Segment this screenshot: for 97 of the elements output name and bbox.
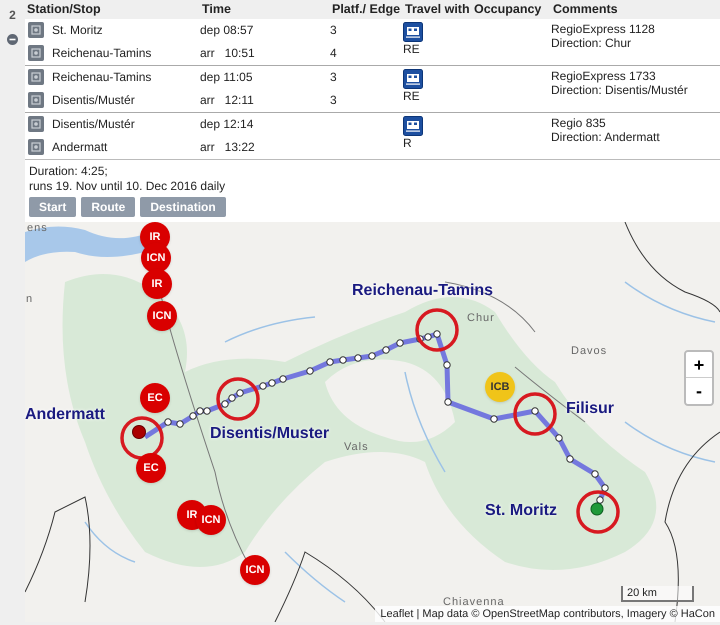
route-stop-marker[interactable] bbox=[444, 398, 452, 406]
route-stop-marker[interactable] bbox=[354, 354, 362, 362]
action-button[interactable]: Start bbox=[29, 196, 76, 217]
station-name: Disentis/Mustér bbox=[52, 92, 136, 110]
route-stop-marker[interactable] bbox=[368, 352, 376, 360]
time-cell-text: arr 12:11 bbox=[200, 92, 255, 110]
route-stop-marker[interactable] bbox=[382, 346, 390, 354]
station-name: Reichenau-Tamins bbox=[52, 69, 152, 86]
station-label: Filisur bbox=[566, 400, 614, 418]
place-label: Vals bbox=[344, 441, 369, 453]
route-stop-marker[interactable] bbox=[326, 358, 334, 366]
connection-number: 2 bbox=[9, 7, 16, 24]
route-stop-marker[interactable] bbox=[566, 455, 574, 463]
train-marker[interactable]: IR bbox=[142, 269, 172, 299]
route-stop-marker[interactable] bbox=[596, 496, 604, 504]
column-header: Time bbox=[202, 1, 231, 18]
place-label: ens bbox=[27, 222, 48, 234]
route-stop-marker[interactable] bbox=[279, 375, 287, 383]
column-header: Comments bbox=[553, 1, 618, 18]
station-highlight-ring bbox=[513, 392, 557, 436]
stop-icon[interactable] bbox=[28, 116, 44, 132]
station-highlight-ring bbox=[120, 416, 164, 460]
route-stop-marker[interactable] bbox=[236, 389, 244, 397]
route-stop-marker[interactable] bbox=[490, 415, 498, 423]
stop-icon[interactable] bbox=[28, 45, 44, 62]
route-stop-marker[interactable] bbox=[424, 333, 432, 341]
station-highlight-ring bbox=[216, 377, 260, 421]
route-stop-marker[interactable] bbox=[396, 339, 404, 347]
time-cell-text: dep 12:14 bbox=[200, 116, 254, 134]
platform-cell-text: 3 bbox=[330, 22, 338, 40]
map-attribution: Leaflet | Map data © OpenStreetMap contributors, Imagery © HaCon bbox=[375, 606, 720, 622]
route-stop-marker[interactable] bbox=[164, 418, 172, 426]
route-stop-marker[interactable] bbox=[228, 394, 236, 402]
time-cell-text: arr 10:51 bbox=[200, 45, 256, 62]
route-stop-marker[interactable] bbox=[221, 400, 229, 408]
route-stop-marker[interactable] bbox=[601, 484, 609, 492]
station-name: Andermatt bbox=[52, 139, 108, 156]
scale-bar: 20 km bbox=[621, 586, 694, 602]
product-label: R bbox=[403, 136, 412, 150]
station-label: Disentis/Muster bbox=[210, 425, 330, 443]
duration-text: Duration: 4:25; runs 19. Nov until 10. Dec 2016 daily bbox=[29, 162, 226, 194]
station-name: Reichenau-Tamins bbox=[52, 45, 152, 62]
platform-cell-text: 3 bbox=[330, 69, 338, 86]
comment-text: RegioExpress 1128 bbox=[551, 22, 656, 36]
station-name: St. Moritz bbox=[52, 22, 104, 40]
route-stop-marker[interactable] bbox=[531, 407, 539, 415]
column-header: Occupancy bbox=[474, 1, 542, 18]
comment-text: RegioExpress 1733 bbox=[551, 68, 657, 83]
place-label: n bbox=[26, 293, 34, 305]
place-label: Chur bbox=[467, 312, 495, 324]
place-label: Davos bbox=[571, 345, 608, 357]
train-icon bbox=[403, 68, 423, 89]
product-label: RE bbox=[403, 42, 420, 56]
route-stop-marker[interactable] bbox=[306, 367, 314, 375]
route-stop-marker[interactable] bbox=[339, 356, 347, 364]
time-cell-text: dep 08:57 bbox=[200, 22, 254, 40]
place-label: Chiavenna bbox=[443, 596, 505, 608]
route-stop-marker[interactable] bbox=[433, 330, 441, 338]
route-stop-marker[interactable] bbox=[259, 382, 267, 390]
train-icon bbox=[403, 22, 423, 42]
train-icon bbox=[403, 116, 423, 136]
route-stop-marker[interactable] bbox=[555, 434, 563, 442]
product-label: RE bbox=[403, 88, 420, 103]
station-highlight-ring bbox=[576, 490, 620, 534]
stop-icon[interactable] bbox=[28, 22, 44, 38]
route-stop-marker[interactable] bbox=[443, 361, 451, 369]
action-button[interactable]: Destination bbox=[140, 196, 226, 217]
column-header: Travel with bbox=[405, 1, 470, 18]
route-stop-marker[interactable] bbox=[176, 420, 184, 428]
platform-cell-text: 4 bbox=[330, 45, 338, 62]
stop-icon[interactable] bbox=[28, 69, 44, 86]
route-stop-marker[interactable] bbox=[203, 407, 211, 415]
column-header: Station/Stop bbox=[27, 1, 101, 18]
stop-icon[interactable] bbox=[28, 92, 44, 108]
platform-cell-text: 3 bbox=[330, 92, 338, 110]
action-button[interactable]: Route bbox=[81, 196, 136, 217]
map[interactable] bbox=[25, 222, 720, 622]
collapse-icon[interactable] bbox=[7, 34, 18, 45]
train-marker[interactable]: ICN bbox=[240, 555, 270, 585]
comment-text: Direction: Disentis/Mustér bbox=[551, 82, 689, 97]
route-stop-marker[interactable] bbox=[591, 470, 599, 478]
comment-text: Regio 835 bbox=[551, 116, 607, 130]
station-label: Andermatt bbox=[25, 406, 106, 424]
comment-text: Direction: Chur bbox=[551, 36, 632, 50]
stop-icon[interactable] bbox=[28, 139, 44, 156]
zoom-in-button[interactable]: + bbox=[686, 352, 712, 378]
time-cell-text: arr 13:22 bbox=[200, 139, 256, 156]
route-stop-marker[interactable] bbox=[189, 412, 197, 420]
station-highlight-ring bbox=[415, 308, 459, 352]
route-stop-marker[interactable] bbox=[196, 407, 204, 415]
station-label: St. Moritz bbox=[485, 502, 557, 520]
time-cell-text: dep 11:05 bbox=[200, 69, 254, 86]
zoom-out-button[interactable]: - bbox=[686, 378, 712, 404]
comment-text: Direction: Andermatt bbox=[551, 130, 661, 144]
route-stop-marker[interactable] bbox=[268, 379, 276, 387]
station-name: Disentis/Mustér bbox=[52, 116, 136, 134]
column-header: Platf./ Edge bbox=[332, 1, 400, 18]
